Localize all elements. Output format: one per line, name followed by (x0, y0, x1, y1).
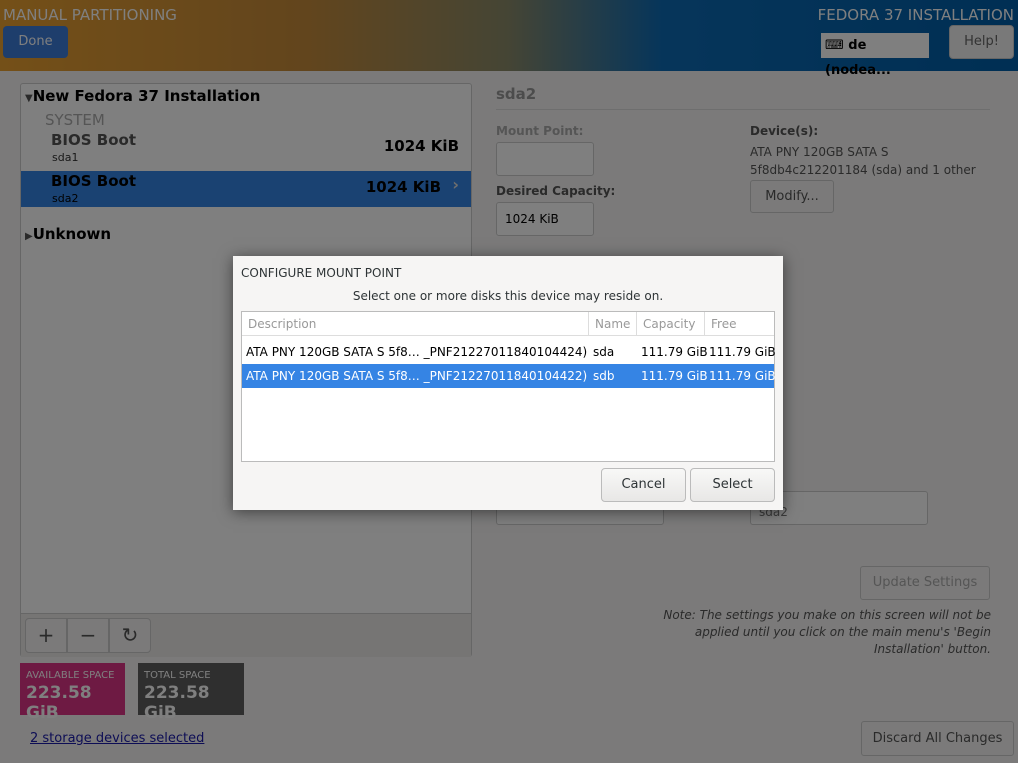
column-header-capacity[interactable]: Capacity (637, 312, 705, 336)
cell-name: sdb (593, 369, 615, 383)
table-row[interactable]: ATA PNY 120GB SATA S 5f8… _PNF2122701184… (242, 364, 776, 388)
column-header-name[interactable]: Name (589, 312, 637, 336)
select-button[interactable]: Select (690, 468, 775, 502)
cell-description: ATA PNY 120GB SATA S 5f8… _PNF2122701184… (246, 369, 588, 383)
dialog-subtitle: Select one or more disks this device may… (352, 289, 664, 303)
cell-free: 111.79 GiB (709, 345, 776, 359)
cell-capacity: 111.79 GiB (641, 369, 708, 383)
cell-capacity: 111.79 GiB (641, 345, 708, 359)
disk-table: Description Name Capacity Free ATA PNY 1… (241, 311, 776, 462)
dialog-title: CONFIGURE MOUNT POINT (241, 266, 402, 280)
cell-free: 111.79 GiB (709, 369, 776, 383)
configure-mount-point-dialog: CONFIGURE MOUNT POINT Select one or more… (233, 256, 783, 510)
column-header-description[interactable]: Description (242, 312, 589, 336)
column-header-free[interactable]: Free (705, 312, 774, 336)
cell-description: ATA PNY 120GB SATA S 5f8… _PNF2122701184… (246, 345, 588, 359)
cell-name: sda (593, 345, 615, 359)
table-row[interactable]: ATA PNY 120GB SATA S 5f8… _PNF2122701184… (242, 340, 776, 364)
cancel-button[interactable]: Cancel (601, 468, 686, 502)
